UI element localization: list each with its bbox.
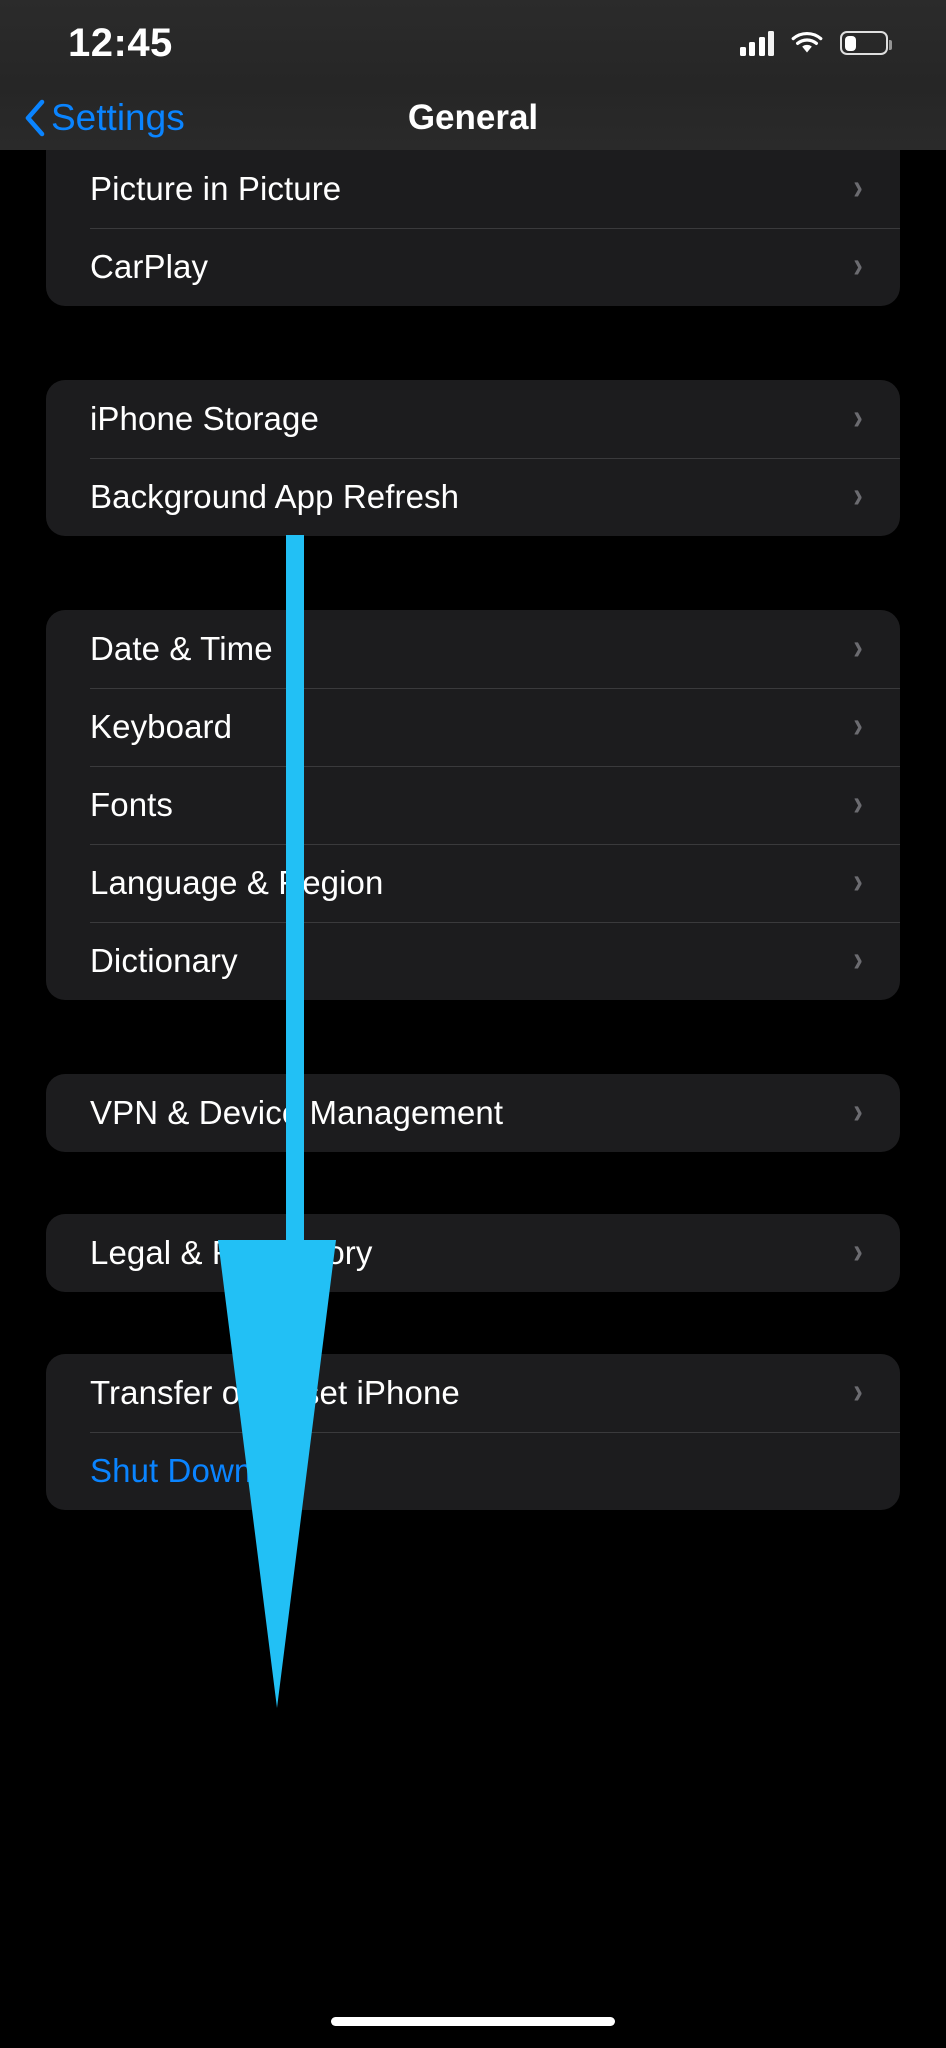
chevron-right-icon: › bbox=[853, 474, 863, 515]
chevron-right-icon: › bbox=[853, 938, 863, 979]
chevron-right-icon: › bbox=[853, 704, 863, 745]
chevron-right-icon: › bbox=[853, 782, 863, 823]
settings-row-language-and-region[interactable]: Language & Region › bbox=[46, 844, 900, 922]
settings-row-date-and-time[interactable]: Date & Time › bbox=[46, 610, 900, 688]
status-bar-indicators bbox=[739, 30, 892, 56]
navigation-bar: Settings General bbox=[0, 86, 946, 150]
status-bar-clock: 12:45 bbox=[68, 20, 173, 65]
chevron-right-icon: › bbox=[853, 1370, 863, 1411]
settings-row-keyboard[interactable]: Keyboard › bbox=[46, 688, 900, 766]
wifi-icon bbox=[791, 31, 823, 55]
chevron-right-icon: › bbox=[853, 166, 863, 207]
settings-row-shut-down[interactable]: Shut Down bbox=[46, 1432, 900, 1510]
settings-row-dictionary[interactable]: Dictionary › bbox=[46, 922, 900, 1000]
row-label: VPN & Device Management bbox=[90, 1094, 504, 1131]
chevron-right-icon: › bbox=[853, 626, 863, 667]
settings-row-vpn-device-management[interactable]: VPN & Device Management › bbox=[46, 1074, 900, 1152]
settings-row-fonts[interactable]: Fonts › bbox=[46, 766, 900, 844]
settings-row-background-app-refresh[interactable]: Background App Refresh › bbox=[46, 458, 900, 536]
home-indicator bbox=[331, 2017, 615, 2026]
settings-row-iphone-storage[interactable]: iPhone Storage › bbox=[46, 380, 900, 458]
settings-row-carplay[interactable]: CarPlay › bbox=[46, 228, 900, 306]
settings-row-transfer-or-reset-iphone[interactable]: Transfer or Reset iPhone › bbox=[46, 1354, 900, 1432]
row-label: Background App Refresh bbox=[90, 478, 460, 515]
settings-group-storage: iPhone Storage › Background App Refresh … bbox=[46, 380, 900, 536]
chevron-right-icon: › bbox=[853, 396, 863, 437]
settings-list[interactable]: Picture in Picture › CarPlay › iPhone St… bbox=[0, 150, 946, 2048]
row-label: Dictionary bbox=[90, 942, 238, 979]
row-label: iPhone Storage bbox=[90, 400, 319, 437]
settings-group-reset: Transfer or Reset iPhone › Shut Down bbox=[46, 1354, 900, 1510]
battery-low-icon bbox=[840, 31, 892, 55]
row-label: Transfer or Reset iPhone bbox=[90, 1374, 460, 1411]
row-label: Date & Time bbox=[90, 630, 273, 667]
settings-row-picture-in-picture[interactable]: Picture in Picture › bbox=[46, 150, 900, 228]
settings-group-legal: Legal & Regulatory › bbox=[46, 1214, 900, 1292]
settings-group-localization: Date & Time › Keyboard › Fonts › Languag… bbox=[46, 610, 900, 1000]
row-label: Fonts bbox=[90, 786, 174, 823]
cellular-bars-icon bbox=[739, 30, 774, 56]
settings-group-media: Picture in Picture › CarPlay › bbox=[46, 150, 900, 306]
row-label: Legal & Regulatory bbox=[90, 1234, 373, 1271]
chevron-right-icon: › bbox=[853, 860, 863, 901]
chevron-right-icon: › bbox=[853, 1090, 863, 1131]
settings-row-legal-regulatory[interactable]: Legal & Regulatory › bbox=[46, 1214, 900, 1292]
status-bar: 12:45 bbox=[0, 0, 946, 86]
page-title: General bbox=[407, 98, 539, 137]
chevron-right-icon: › bbox=[853, 244, 863, 285]
row-label: Language & Region bbox=[90, 864, 384, 901]
iphone-settings-general-screen: 12:45 Settings General Picture in Pictur… bbox=[0, 0, 946, 2048]
row-label: CarPlay bbox=[90, 248, 209, 285]
row-label: Keyboard bbox=[90, 708, 233, 745]
row-label: Shut Down bbox=[90, 1452, 253, 1489]
row-label: Picture in Picture bbox=[90, 170, 342, 207]
chevron-right-icon: › bbox=[853, 1230, 863, 1271]
settings-group-vpn: VPN & Device Management › bbox=[46, 1074, 900, 1152]
